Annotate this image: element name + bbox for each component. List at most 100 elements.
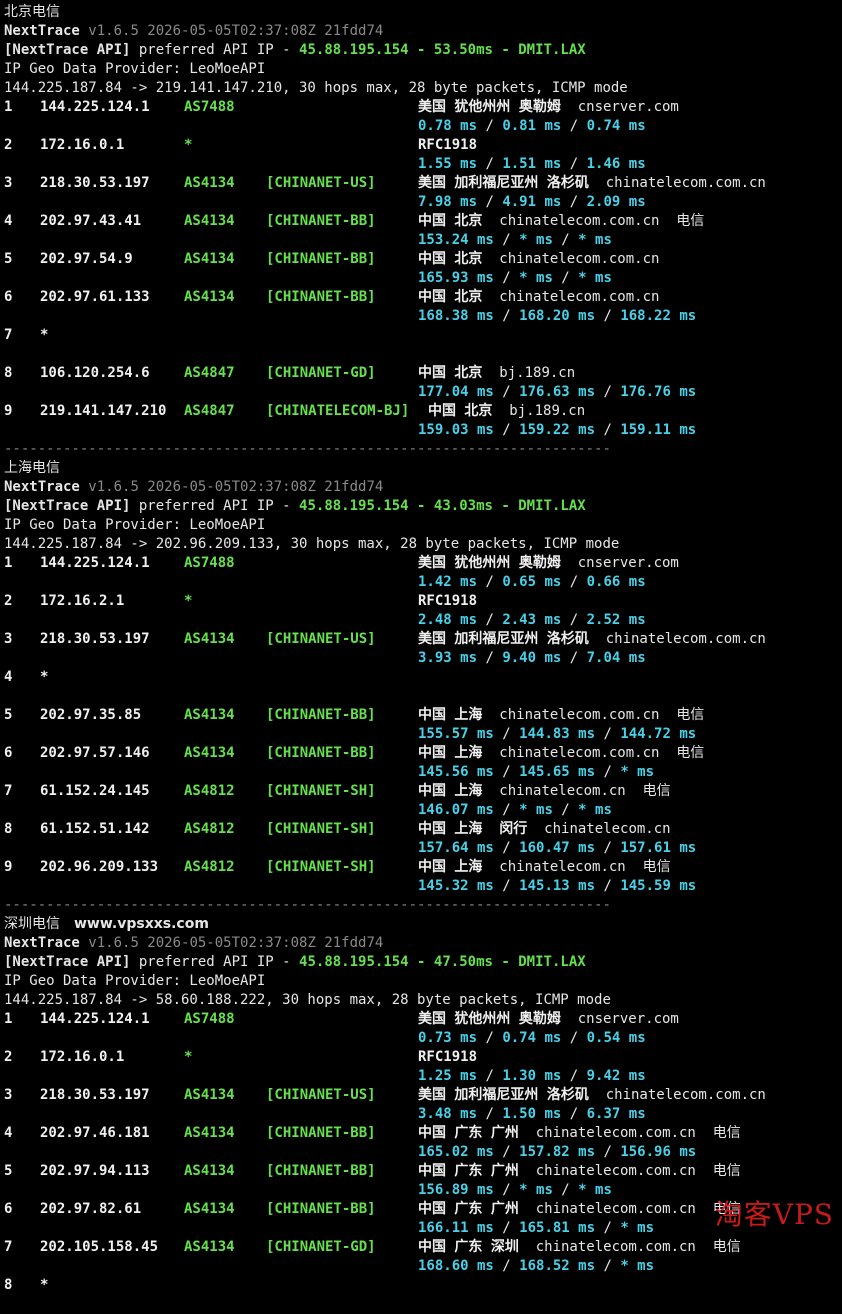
api-dash: - <box>501 954 510 970</box>
rtt-value: 0.73 ms <box>418 1030 478 1046</box>
hop-row: 4 * <box>4 668 840 687</box>
hop-ip: 202.97.82.61 <box>40 1201 142 1217</box>
rtt-value: 176.76 ms <box>620 384 697 400</box>
hop-geo: 中国 北京 bj.189.cn <box>428 402 585 421</box>
rtt-value: 146.07 ms <box>418 802 494 818</box>
hop-asn: AS4134 <box>184 745 235 761</box>
hop-rtt-row: 168.38 ms / 168.20 ms / 168.22 ms <box>4 307 840 326</box>
hop-number: 5 <box>4 251 13 267</box>
hop-ip: * <box>40 1277 49 1293</box>
rtt-separator: / <box>561 612 587 628</box>
rtt-value: 1.30 ms <box>502 1068 562 1084</box>
rtt-value: * ms <box>519 232 553 248</box>
hop-row: 8 61.152.51.142 AS4812 [CHINANET-SH] 中国 上海 闵… <box>4 820 840 839</box>
hop-location: 中国 北京 <box>418 365 483 381</box>
hop-geo: 中国 广东 广州 chinatelecom.com.cn 电信 <box>418 1200 741 1219</box>
hop-rtt: 146.07 ms / * ms / * ms <box>418 801 612 820</box>
hop-number: 1 <box>4 555 13 571</box>
hop-ip: 202.97.61.133 <box>40 289 150 305</box>
rtt-value: 6.37 ms <box>586 1106 646 1122</box>
rtt-separator: / <box>493 764 520 780</box>
hop-ip: 144.225.124.1 <box>40 1011 150 1027</box>
hop-asn: AS4812 <box>184 821 235 837</box>
api-latency: 47.50ms <box>433 954 493 970</box>
hop-row: 3 218.30.53.197 AS4134 [CHINANET-US] 美国 加利福尼… <box>4 174 840 193</box>
hop-network-tag: [CHINATELECOM-BJ] <box>266 403 410 419</box>
hop-geo: 美国 犹他州州 奥勒姆 cnserver.com <box>418 98 679 117</box>
hop-rtt: 168.38 ms / 168.20 ms / 168.22 ms <box>418 307 696 326</box>
hop-asn: AS7488 <box>184 555 235 571</box>
hop-ip: 106.120.254.6 <box>40 365 150 381</box>
rtt-value: * ms <box>578 232 612 248</box>
hop-isp: 电信 <box>642 783 671 799</box>
hop-number: 8 <box>4 821 13 837</box>
hop-rtt: 168.60 ms / 168.52 ms / * ms <box>418 1257 654 1276</box>
rtt-value: * ms <box>620 1258 655 1274</box>
rtt-value: 157.82 ms <box>519 1144 596 1160</box>
hop-ip: 202.97.35.85 <box>40 707 142 723</box>
hop-row: 2 172.16.0.1 * RFC1918 <box>4 1048 840 1067</box>
hop-geo: RFC1918 <box>418 136 477 155</box>
api-dash: - <box>501 498 510 514</box>
rtt-value: 3.93 ms <box>418 650 478 666</box>
rtt-value: 1.50 ms <box>502 1106 562 1122</box>
hop-rtt: 3.93 ms / 9.40 ms / 7.04 ms <box>418 649 646 668</box>
hop-network-tag: [CHINANET-SH] <box>266 859 376 875</box>
rtt-separator: / <box>561 194 587 210</box>
hop-ip: 202.105.158.45 <box>40 1239 159 1255</box>
hop-location: 美国 加利福尼亚州 洛杉矶 <box>418 175 589 191</box>
hop-hostname: chinatelecom.cn <box>544 821 671 837</box>
hop-ip: 144.225.124.1 <box>40 99 150 115</box>
hop-row: 1 144.225.124.1 AS7488 美国 犹他州州 奥勒姆 cnserver… <box>4 1010 840 1029</box>
hop-asn: AS7488 <box>184 1011 235 1027</box>
hop-number: 6 <box>4 1201 13 1217</box>
hop-asn: AS4847 <box>184 365 235 381</box>
rtt-value: 2.09 ms <box>586 194 646 210</box>
hop-ip: 144.225.124.1 <box>40 555 150 571</box>
hop-asn: * <box>184 1049 193 1065</box>
hop-asn: * <box>184 593 193 609</box>
rtt-value: 0.81 ms <box>502 118 562 134</box>
version-info: v1.6.5 2026-05-05T02:37:08Z 21fdd74 <box>88 935 384 951</box>
rtt-separator: / <box>477 156 503 172</box>
api-pop: DMIT.LAX <box>518 42 586 58</box>
rtt-value: 1.46 ms <box>586 156 646 172</box>
rtt-separator: / <box>477 1068 503 1084</box>
hop-number: 7 <box>4 1239 13 1255</box>
hop-location: 中国 北京 <box>418 213 483 229</box>
api-dash: - <box>417 498 426 514</box>
hop-number: 7 <box>4 327 13 343</box>
hop-geo: RFC1918 <box>418 1048 477 1067</box>
hop-number: 1 <box>4 1011 13 1027</box>
hop-hostname: chinatelecom.com.cn <box>499 745 660 761</box>
rtt-value: 155.57 ms <box>418 726 494 742</box>
hop-row: 5 202.97.94.113 AS4134 [CHINANET-BB] 中国 广东 广… <box>4 1162 840 1181</box>
hop-rtt: 0.73 ms / 0.74 ms / 0.54 ms <box>418 1029 646 1048</box>
hop-hostname: bj.189.cn <box>509 403 586 419</box>
hop-rtt: 165.02 ms / 157.82 ms / 156.96 ms <box>418 1143 696 1162</box>
hop-asn: AS4134 <box>184 251 235 267</box>
hop-location: 中国 广东 深圳 <box>418 1239 519 1255</box>
hop-location: RFC1918 <box>418 593 478 609</box>
hop-number: 4 <box>4 1125 13 1141</box>
hop-network-tag: [CHINANET-US] <box>266 1087 376 1103</box>
hop-network-tag: [CHINANET-BB] <box>266 1201 376 1217</box>
rtt-separator: / <box>477 118 503 134</box>
hop-location: 美国 加利福尼亚州 洛杉矶 <box>418 1087 589 1103</box>
geo-provider-line: IP Geo Data Provider: LeoMoeAPI <box>4 517 266 533</box>
rtt-value: 0.66 ms <box>586 574 646 590</box>
hop-row: 1 144.225.124.1 AS7488 美国 犹他州州 奥勒姆 cnserver… <box>4 554 840 573</box>
hop-rtt-row: 146.07 ms / * ms / * ms <box>4 801 840 820</box>
hop-geo: 美国 加利福尼亚州 洛杉矶 chinatelecom.com.cn <box>418 174 766 193</box>
hop-number: 7 <box>4 783 13 799</box>
hop-rtt-row: 145.32 ms / 145.13 ms / 145.59 ms <box>4 877 840 896</box>
hop-asn: AS4134 <box>184 289 235 305</box>
section-title-line: 上海电信 <box>4 459 840 478</box>
separator-line: ----------------------------------------… <box>4 897 611 913</box>
version-line: NextTrace v1.6.5 2026-05-05T02:37:08Z 21… <box>4 934 840 953</box>
hop-row: 7 61.152.24.145 AS4812 [CHINANET-SH] 中国 上海 c… <box>4 782 840 801</box>
hop-rtt-row: 7.98 ms / 4.91 ms / 2.09 ms <box>4 193 840 212</box>
hop-hostname: chinatelecom.com.cn <box>605 175 766 191</box>
hop-ip: * <box>40 669 49 685</box>
hop-number: 4 <box>4 213 13 229</box>
